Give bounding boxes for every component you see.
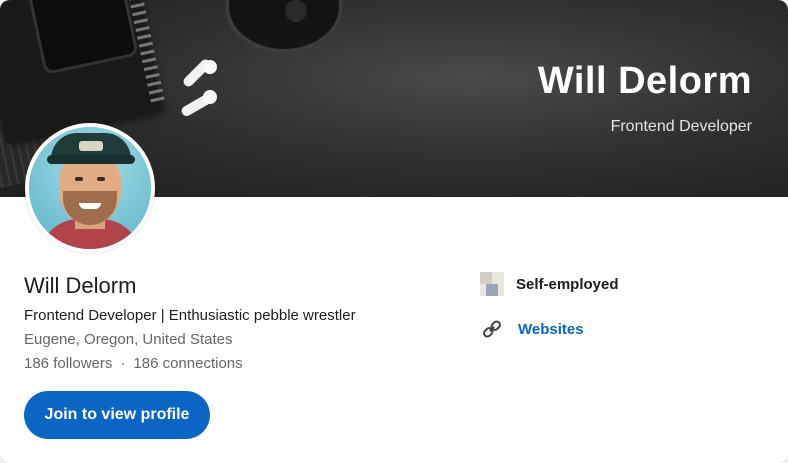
websites-row[interactable]: Websites [482, 317, 584, 341]
company-logo-block [486, 284, 498, 296]
banner-earbud-head-graphic [203, 60, 217, 74]
avatar[interactable] [25, 123, 155, 253]
profile-card: Will Delorm Frontend Developer Will Delo… [0, 0, 788, 463]
followers-count: 186 followers [24, 355, 113, 372]
link-icon [482, 319, 502, 339]
banner-cup-handle-graphic [285, 0, 307, 22]
avatar-cap-patch [79, 141, 103, 151]
company-logo-block [480, 272, 492, 284]
profile-name: Will Delorm [24, 273, 137, 298]
avatar-eye [97, 177, 105, 181]
company-logo-icon [480, 272, 504, 296]
avatar-smile [79, 203, 101, 209]
stats-separator: · [120, 355, 126, 372]
current-company[interactable]: Self-employed [480, 271, 619, 297]
join-to-view-profile-button[interactable]: Join to view profile [24, 391, 210, 439]
banner-cup-graphic [225, 0, 343, 53]
connections-count: 186 connections [133, 355, 243, 372]
avatar-eye [75, 177, 83, 181]
profile-location: Eugene, Oregon, United States [24, 331, 233, 348]
websites-link[interactable]: Websites [518, 321, 584, 338]
banner-name: Will Delorm [537, 60, 752, 102]
banner-role: Frontend Developer [610, 118, 752, 135]
profile-headline: Frontend Developer | Enthusiastic pebble… [24, 307, 356, 324]
avatar-cap-brim [47, 155, 135, 164]
banner-earbud-head-graphic [203, 90, 217, 104]
company-label: Self-employed [516, 275, 619, 293]
profile-stats: 186 followers · 186 connections [24, 355, 243, 372]
